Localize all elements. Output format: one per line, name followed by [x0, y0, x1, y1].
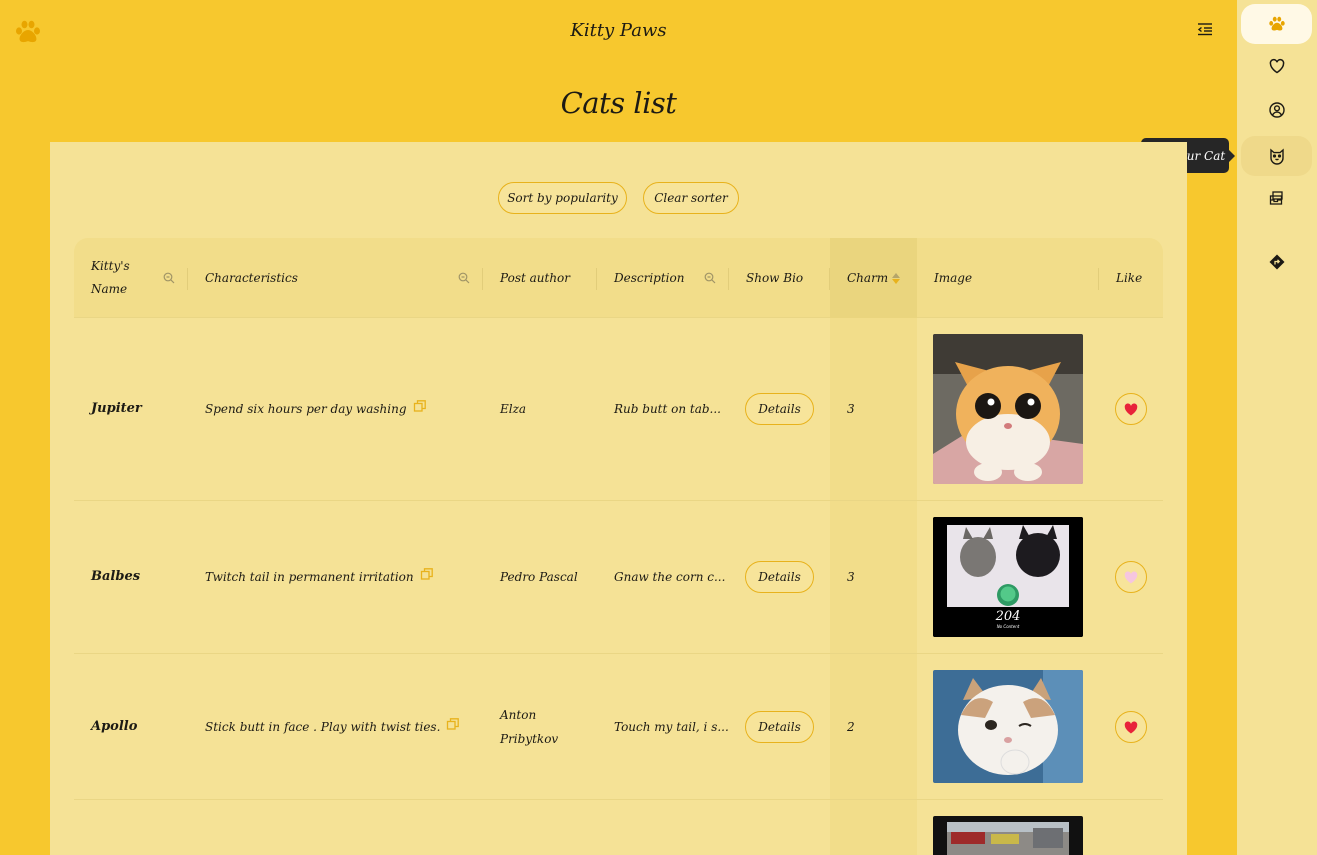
details-button[interactable]: Details	[745, 561, 814, 593]
column-header-charm[interactable]: Charm	[830, 238, 917, 318]
image-caption: 204	[995, 609, 1021, 624]
charm-cell: 2	[847, 719, 855, 734]
cat-name: Apollo	[91, 718, 138, 734]
like-button[interactable]	[1115, 711, 1147, 743]
description-cell: Rub butt on tab...	[614, 402, 721, 416]
image-subcaption: No Content	[997, 624, 1020, 629]
sidebar-item-add-cat[interactable]	[1241, 136, 1312, 176]
column-label-characteristics: Characteristics	[205, 271, 298, 285]
heart-outline-icon	[1124, 570, 1138, 583]
column-header-bio: Show Bio	[729, 238, 830, 318]
column-label-image: Image	[934, 271, 973, 285]
author-cell: Elza	[500, 402, 527, 416]
sidebar	[1237, 0, 1317, 855]
charm-cell: 3	[847, 570, 855, 584]
cat-image	[933, 816, 1083, 855]
column-label-like: Like	[1116, 271, 1143, 285]
table-header: Kitty's Name Characteristics Post author…	[74, 238, 1163, 318]
sidebar-item-messages[interactable]	[1241, 178, 1312, 218]
directions-icon	[1269, 254, 1284, 270]
description-cell: Touch my tail, i s...	[614, 719, 729, 734]
table-row	[74, 800, 1163, 855]
sidebar-item-profile[interactable]	[1241, 90, 1312, 130]
sort-by-popularity-button[interactable]: Sort by popularity	[498, 182, 627, 214]
app-title: Kitty Paws	[570, 20, 667, 41]
search-icon[interactable]	[163, 272, 175, 284]
column-label-author: Post author	[500, 271, 571, 285]
sorter-bar: Sort by popularity Clear sorter	[50, 182, 1187, 214]
column-header-image: Image	[917, 238, 1099, 318]
table-row: Balbes Twitch tail in permanent irritati…	[74, 501, 1163, 654]
characteristics-cell: Stick butt in face . Play with twist tie…	[205, 654, 460, 799]
menu-fold-icon[interactable]	[1196, 20, 1214, 38]
characteristics-text: Spend six hours per day washing	[205, 402, 407, 416]
column-header-description: Description	[597, 238, 729, 318]
column-header-author: Post author	[483, 238, 597, 318]
column-header-name: Kitty's Name	[74, 238, 188, 318]
copy-icon[interactable]	[420, 567, 434, 581]
description-cell: Gnaw the corn c...	[614, 570, 726, 584]
column-header-characteristics: Characteristics	[188, 238, 483, 318]
cat-image	[933, 670, 1083, 783]
column-header-like: Like	[1099, 238, 1163, 318]
search-icon[interactable]	[458, 272, 470, 284]
charm-cell: 3	[847, 402, 855, 416]
details-button[interactable]: Details	[745, 710, 814, 743]
heart-icon	[1269, 58, 1284, 74]
characteristics-text: Twitch tail in permanent irritation	[205, 570, 414, 584]
details-button[interactable]: Details	[745, 393, 814, 425]
inbox-icon	[1269, 191, 1283, 205]
column-label-bio: Show Bio	[746, 271, 804, 285]
cat-image	[933, 334, 1083, 484]
copy-icon[interactable]	[446, 717, 460, 731]
sidebar-item-favorites[interactable]	[1241, 46, 1312, 86]
heart-filled-icon	[1124, 402, 1138, 415]
column-label-description: Description	[614, 271, 685, 285]
table-row: Jupiter Spend six hours per day washing …	[74, 318, 1163, 501]
column-label-charm: Charm	[847, 271, 889, 285]
column-label-name: Kitty's Name	[91, 259, 130, 296]
sort-ascending-icon[interactable]	[892, 272, 901, 284]
like-button[interactable]	[1115, 561, 1147, 593]
heart-filled-icon	[1124, 720, 1138, 733]
search-icon[interactable]	[704, 272, 716, 284]
author-cell: Anton Pribytkov	[500, 707, 559, 746]
cat-name: Balbes	[91, 569, 141, 584]
cat-name: Jupiter	[91, 401, 142, 416]
characteristics-text: Stick butt in face . Play with twist tie…	[205, 719, 441, 734]
cat-image: 204 No Content	[933, 517, 1083, 637]
cat-face-icon	[1269, 148, 1284, 165]
cats-table: Kitty's Name Characteristics Post author…	[74, 238, 1163, 855]
sidebar-item-directions[interactable]	[1241, 242, 1312, 282]
sidebar-item-cats[interactable]	[1241, 4, 1312, 44]
copy-icon[interactable]	[413, 399, 427, 413]
user-circle-icon	[1268, 102, 1285, 118]
like-button[interactable]	[1115, 393, 1147, 425]
cats-panel: Sort by popularity Clear sorter Kitty's …	[50, 142, 1187, 855]
characteristics-cell: Twitch tail in permanent irritation	[205, 501, 434, 653]
author-cell: Pedro Pascal	[500, 570, 578, 584]
page-title: Cats list	[560, 86, 677, 120]
clear-sorter-button[interactable]: Clear sorter	[643, 182, 739, 214]
paw-icon	[1268, 16, 1285, 31]
table-row: Apollo Stick butt in face . Play with tw…	[74, 654, 1163, 800]
characteristics-cell: Spend six hours per day washing	[205, 318, 427, 500]
